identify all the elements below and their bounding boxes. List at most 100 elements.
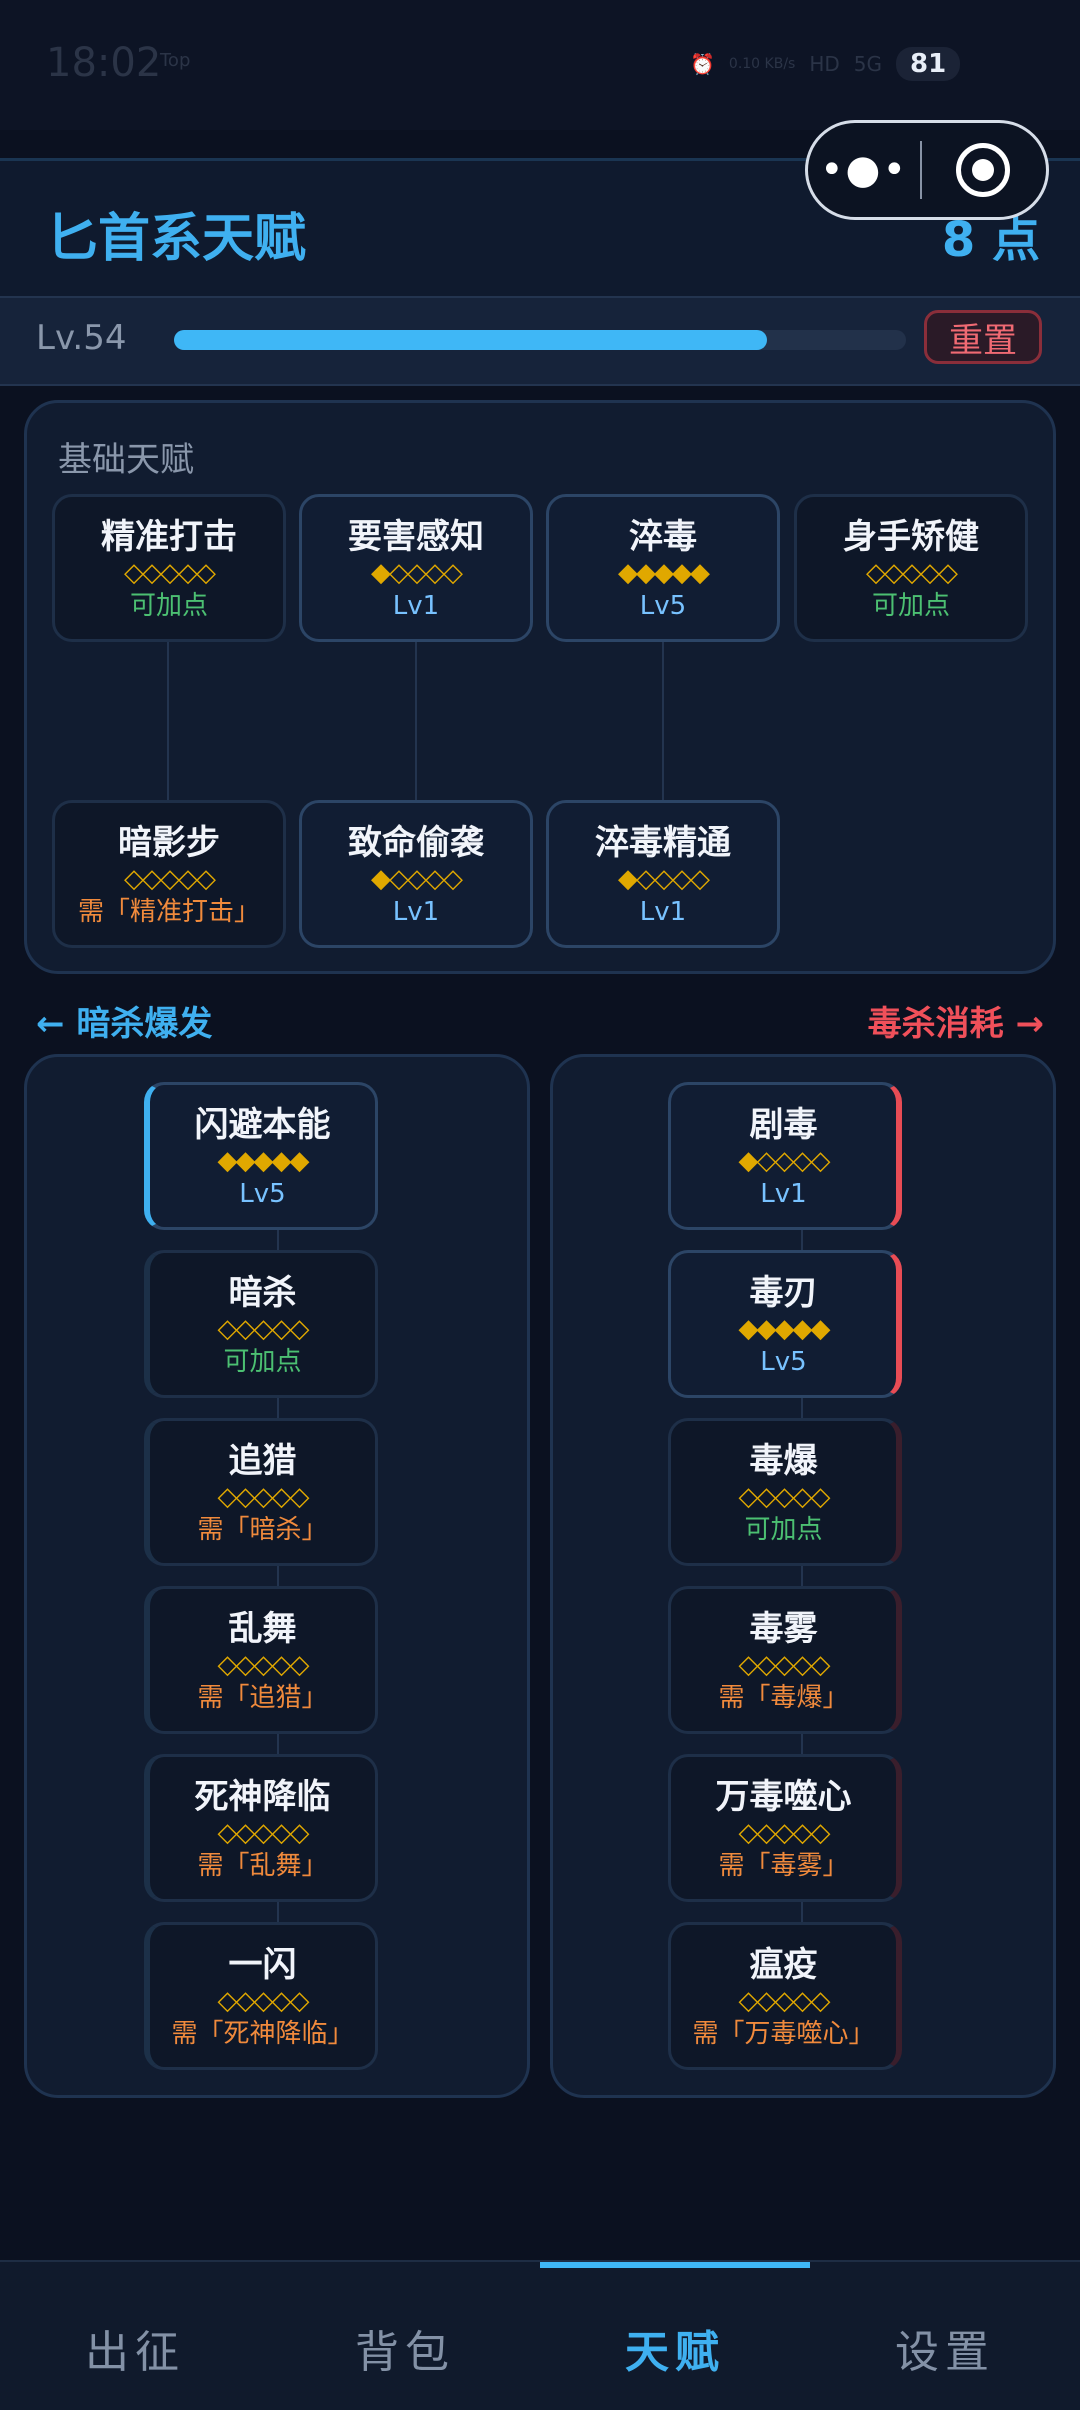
talent-card-left[interactable]: 死神降临 ◇◇◇◇◇ 需「乱舞」 bbox=[144, 1754, 378, 1902]
basic-talents-title: 基础天赋 bbox=[58, 440, 194, 480]
hd-icon: HD bbox=[809, 52, 840, 76]
talent-status: Lv1 bbox=[392, 897, 440, 927]
talent-card-right[interactable]: 毒爆 ◇◇◇◇◇ 可加点 bbox=[668, 1418, 902, 1566]
talent-status: 需「毒雾」 bbox=[718, 1851, 849, 1881]
talent-name: 追猎 bbox=[228, 1441, 297, 1481]
talent-card-right[interactable]: 瘟疫 ◇◇◇◇◇ 需「万毒噬心」 bbox=[668, 1922, 902, 2070]
status-time: 18:02 bbox=[46, 40, 162, 86]
talent-stars: ◆◇◇◇◇ bbox=[618, 864, 710, 894]
talent-stars: ◇◇◇◇◇ bbox=[738, 1482, 831, 1512]
active-tab-indicator bbox=[540, 2262, 810, 2268]
talent-stars: ◇◇◇◇◇ bbox=[217, 1482, 310, 1512]
talent-status: 可加点 bbox=[871, 591, 950, 621]
talent-card-right[interactable]: 万毒噬心 ◇◇◇◇◇ 需「毒雾」 bbox=[668, 1754, 902, 1902]
talent-status: Lv5 bbox=[760, 1347, 807, 1377]
more-icon[interactable]: •●• bbox=[808, 147, 920, 193]
talent-name: 淬毒精通 bbox=[595, 823, 731, 863]
player-level: Lv.54 bbox=[36, 318, 127, 358]
talent-name: 死神降临 bbox=[194, 1777, 331, 1817]
talent-stars: ◇◇◇◇◇ bbox=[217, 1314, 310, 1344]
talent-card-left[interactable]: 追猎 ◇◇◇◇◇ 需「暗杀」 bbox=[144, 1418, 378, 1566]
talent-stars: ◆◇◇◇◇ bbox=[738, 1146, 831, 1176]
talent-card-left[interactable]: 暗杀 ◇◇◇◇◇ 可加点 bbox=[144, 1250, 378, 1398]
talent-stars: ◆◆◆◆◆ bbox=[217, 1146, 310, 1176]
talent-name: 万毒噬心 bbox=[715, 1777, 852, 1817]
talent-stars: ◇◇◇◇◇ bbox=[738, 1986, 831, 2016]
talent-name: 乱舞 bbox=[228, 1609, 297, 1649]
talent-card-basic[interactable]: 要害感知 ◆◇◇◇◇ Lv1 bbox=[299, 494, 533, 642]
talent-stars: ◇◇◇◇◇ bbox=[217, 1986, 310, 2016]
talent-stars: ◇◇◇◇◇ bbox=[124, 558, 216, 588]
talent-status: 可加点 bbox=[129, 591, 208, 621]
capsule-divider bbox=[920, 141, 922, 199]
status-icons: ⏰ 0.10 KB/s HD 5G 81 bbox=[690, 44, 961, 84]
talent-status: 需「暗杀」 bbox=[197, 1515, 328, 1545]
talent-name: 剧毒 bbox=[749, 1105, 818, 1145]
talent-card-basic[interactable]: 致命偷袭 ◆◇◇◇◇ Lv1 bbox=[299, 800, 533, 948]
connector-line bbox=[662, 640, 664, 800]
talent-stars: ◆◇◇◇◇ bbox=[371, 864, 463, 894]
talent-card-basic[interactable]: 身手矫健 ◇◇◇◇◇ 可加点 bbox=[794, 494, 1028, 642]
talent-name: 暗影步 bbox=[118, 823, 220, 863]
talent-name: 毒雾 bbox=[749, 1609, 818, 1649]
talent-status: 需「死神降临」 bbox=[171, 2019, 354, 2049]
talent-stars: ◇◇◇◇◇ bbox=[217, 1818, 310, 1848]
talent-card-left[interactable]: 闪避本能 ◆◆◆◆◆ Lv5 bbox=[144, 1082, 378, 1230]
talent-name: 淬毒 bbox=[629, 517, 697, 557]
signal-icon: 5G bbox=[853, 52, 883, 76]
tab-settings[interactable]: 设置 bbox=[810, 2316, 1080, 2380]
talent-name: 身手矫健 bbox=[843, 517, 979, 557]
talent-card-basic[interactable]: 暗影步 ◇◇◇◇◇ 需「精准打击」 bbox=[52, 800, 286, 948]
status-weather: Top bbox=[160, 50, 191, 71]
alarm-icon: ⏰ bbox=[690, 52, 715, 76]
talent-name: 毒刃 bbox=[749, 1273, 818, 1313]
talent-status: Lv1 bbox=[639, 897, 687, 927]
connector-line bbox=[415, 640, 417, 800]
talent-stars: ◇◇◇◇◇ bbox=[217, 1650, 310, 1680]
talent-name: 要害感知 bbox=[348, 517, 484, 557]
talent-card-right[interactable]: 毒雾 ◇◇◇◇◇ 需「毒爆」 bbox=[668, 1586, 902, 1734]
talent-name: 瘟疫 bbox=[749, 1945, 818, 1985]
talent-status: 需「追猎」 bbox=[197, 1683, 328, 1713]
tab-talent[interactable]: 天赋 bbox=[540, 2316, 810, 2380]
xp-bar-fill bbox=[174, 330, 767, 350]
talent-status: Lv1 bbox=[392, 591, 440, 621]
talent-status: Lv1 bbox=[760, 1179, 807, 1209]
talent-card-basic[interactable]: 淬毒精通 ◆◇◇◇◇ Lv1 bbox=[546, 800, 780, 948]
talent-name: 精准打击 bbox=[101, 517, 237, 557]
talent-status: 需「乱舞」 bbox=[197, 1851, 328, 1881]
talent-card-right[interactable]: 毒刃 ◆◆◆◆◆ Lv5 bbox=[668, 1250, 902, 1398]
talent-stars: ◇◇◇◇◇ bbox=[738, 1818, 831, 1848]
talent-status: 可加点 bbox=[744, 1515, 823, 1545]
talent-card-basic[interactable]: 淬毒 ◆◆◆◆◆ Lv5 bbox=[546, 494, 780, 642]
talent-card-left[interactable]: 一闪 ◇◇◇◇◇ 需「死神降临」 bbox=[144, 1922, 378, 2070]
talent-card-right[interactable]: 剧毒 ◆◇◇◇◇ Lv1 bbox=[668, 1082, 902, 1230]
talent-stars: ◆◆◆◆◆ bbox=[738, 1314, 831, 1344]
branch-label-poison: 毒杀消耗 → bbox=[867, 1004, 1044, 1044]
talent-status: 需「毒爆」 bbox=[718, 1683, 849, 1713]
battery-indicator: 81 bbox=[896, 47, 961, 81]
talent-status: 需「精准打击」 bbox=[77, 897, 260, 927]
talent-stars: ◇◇◇◇◇ bbox=[124, 864, 216, 894]
talent-card-left[interactable]: 乱舞 ◇◇◇◇◇ 需「追猎」 bbox=[144, 1586, 378, 1734]
miniprogram-capsule: •●• bbox=[805, 120, 1049, 220]
tab-expedition[interactable]: 出征 bbox=[0, 2316, 270, 2380]
talent-name: 毒爆 bbox=[749, 1441, 818, 1481]
reset-button[interactable]: 重置 bbox=[924, 310, 1042, 364]
branch-label-assassinate: ← 暗杀爆发 bbox=[36, 1004, 213, 1044]
page-title: 匕首系天赋 bbox=[46, 209, 307, 269]
connector-line bbox=[167, 640, 169, 800]
talent-status: 可加点 bbox=[223, 1347, 302, 1377]
talent-card-basic[interactable]: 精准打击 ◇◇◇◇◇ 可加点 bbox=[52, 494, 286, 642]
network-speed: 0.10 KB/s bbox=[728, 56, 796, 72]
talent-status: 需「万毒噬心」 bbox=[692, 2019, 875, 2049]
talent-stars: ◇◇◇◇◇ bbox=[866, 558, 958, 588]
tab-backpack[interactable]: 背包 bbox=[270, 2316, 540, 2380]
talent-name: 一闪 bbox=[228, 1945, 297, 1985]
talent-stars: ◆◆◆◆◆ bbox=[618, 558, 710, 588]
talent-status: Lv5 bbox=[239, 1179, 286, 1209]
talent-name: 闪避本能 bbox=[194, 1105, 331, 1145]
close-target-icon[interactable] bbox=[956, 143, 1010, 197]
talent-name: 暗杀 bbox=[228, 1273, 297, 1313]
talent-status: Lv5 bbox=[639, 591, 687, 621]
